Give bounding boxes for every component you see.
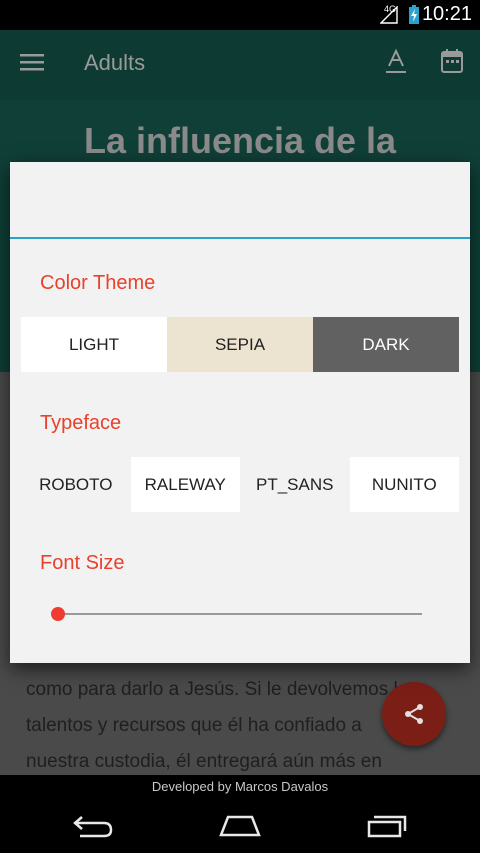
font-size-label: Font Size [40, 552, 125, 574]
signal-icon [380, 6, 398, 24]
reader-settings-dialog: Color Theme LIGHT SEPIA DARK Typeface RO… [10, 162, 470, 663]
recent-apps-icon[interactable] [366, 814, 408, 838]
typeface-options: ROBOTO RALEWAY PT_SANS NUNITO [21, 457, 459, 512]
typeface-label: Typeface [40, 412, 122, 434]
typeface-pt-sans-button[interactable]: PT_SANS [240, 457, 350, 512]
theme-dark-button[interactable]: DARK [313, 317, 459, 372]
color-theme-label: Color Theme [40, 272, 156, 294]
color-theme-options: LIGHT SEPIA DARK [21, 317, 459, 372]
battery-charging-icon [409, 5, 419, 24]
status-time: 10:21 [421, 3, 472, 25]
font-size-icon[interactable] [384, 48, 408, 76]
system-nav-bar [0, 799, 480, 853]
app-bar: Adults [0, 30, 480, 100]
font-size-slider-thumb[interactable] [51, 607, 65, 621]
typeface-roboto-button[interactable]: ROBOTO [21, 457, 131, 512]
share-icon [405, 704, 423, 724]
share-button[interactable] [382, 682, 446, 746]
calendar-icon[interactable] [440, 48, 464, 74]
typeface-nunito-button[interactable]: NUNITO [349, 457, 459, 512]
theme-sepia-button[interactable]: SEPIA [167, 317, 313, 372]
article-title: La influencia de la [83, 120, 397, 161]
home-icon[interactable] [218, 814, 262, 838]
font-size-slider[interactable] [58, 613, 422, 615]
theme-light-button[interactable]: LIGHT [21, 317, 167, 372]
status-bar: 4G 10:21 [0, 0, 480, 30]
back-icon[interactable] [72, 813, 114, 839]
menu-icon[interactable] [20, 52, 44, 72]
typeface-raleway-button[interactable]: RALEWAY [130, 457, 240, 512]
dialog-divider [10, 237, 470, 239]
article-body-line: nuestra custodia, él entregará aún más e… [26, 751, 382, 772]
page-title: Adults [84, 50, 146, 75]
developer-credit: Developed by Marcos Davalos [0, 775, 480, 799]
